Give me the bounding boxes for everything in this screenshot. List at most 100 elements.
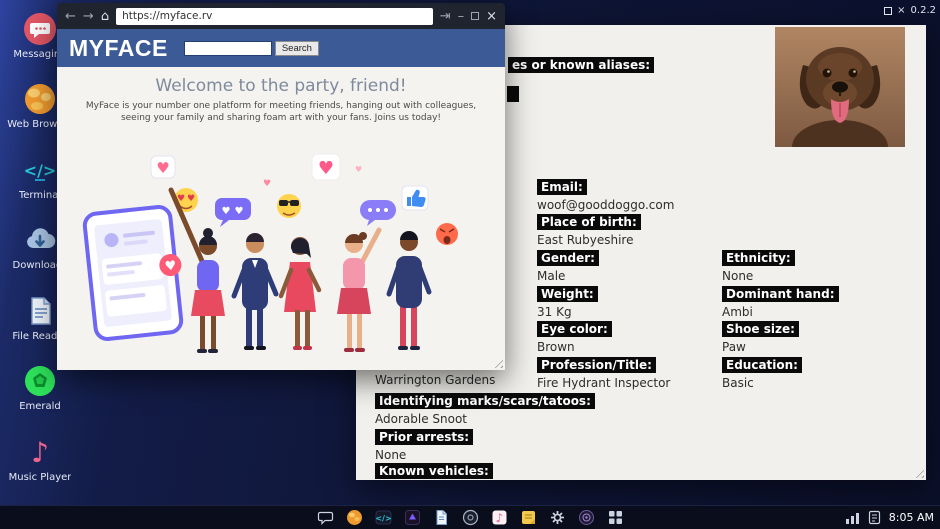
dog-photo <box>775 27 905 147</box>
svg-text:♥: ♥ <box>156 159 169 177</box>
person-3 <box>281 237 319 350</box>
myface-page: Welcome to the party, friend! MyFace is … <box>57 67 505 370</box>
page-tagline: MyFace is your number one platform for m… <box>83 100 479 124</box>
chat-bubble-icon <box>23 12 57 46</box>
heart-tile: ♥ <box>151 156 175 178</box>
document-page-icon <box>23 294 57 328</box>
angry-emoji <box>436 223 458 245</box>
emerald-gem-icon <box>23 364 57 398</box>
cloud-download-icon <box>23 223 57 257</box>
sidebar-label: Emerald <box>19 401 61 412</box>
maximize-icon[interactable] <box>884 7 892 15</box>
thumbs-up-tile <box>402 186 428 210</box>
browser-window: ← → ⌂ https://myface.rv ⇥ – × MYFACE Sea… <box>57 3 505 370</box>
taskbar-icons: </> ♪ <box>0 506 940 529</box>
desktop: Messaging Web Browser </> Terminal <box>0 0 940 529</box>
page-heading: Welcome to the party, friend! <box>57 76 505 96</box>
taskbar-settings-gear-icon[interactable] <box>549 509 566 526</box>
field-label: Ethnicity: <box>722 250 795 266</box>
sidebar-label: Terminal <box>19 190 61 201</box>
svg-text:♪: ♪ <box>495 511 503 525</box>
pink-heart-tile: ♥ <box>312 154 340 180</box>
maximize-icon[interactable] <box>471 12 479 20</box>
field-value: Basic <box>722 375 802 391</box>
field-label: Eye color: <box>537 321 612 337</box>
browser-navbar[interactable]: ← → ⌂ https://myface.rv ⇥ – × <box>57 3 505 29</box>
field-identifying-marks: Identifying marks/scars/tatoos: Adorable… <box>375 390 595 427</box>
field-prior-arrests: Prior arrests: None <box>375 426 473 463</box>
svg-text:♥: ♥ <box>318 158 334 179</box>
code-brackets-icon: </> <box>23 153 57 187</box>
field-label: Shoe size: <box>722 321 799 337</box>
field-gender: Gender: Male <box>537 247 599 284</box>
field-profession: Profession/Title: Fire Hydrant Inspector <box>537 354 670 391</box>
field-label: Prior arrests: <box>375 429 473 445</box>
address-value: Warrington Gardens <box>375 372 495 388</box>
go-icon[interactable]: ⇥ <box>440 10 451 23</box>
myface-search-button[interactable]: Search <box>275 41 319 56</box>
top-right-controls: × 0.2.2 <box>884 5 936 16</box>
taskbar-notes-icon[interactable] <box>520 509 537 526</box>
svg-text:♪: ♪ <box>31 436 49 469</box>
window-resize-handle[interactable] <box>912 466 924 478</box>
myface-logo: MYFACE <box>69 35 168 62</box>
taskbar-app-grid-icon[interactable] <box>607 509 624 526</box>
field-label: Known vehicles: <box>375 463 493 479</box>
field-known-vehicles: Known vehicles: <box>375 460 493 479</box>
taskbar-disc-icon[interactable] <box>462 509 479 526</box>
documents-icon[interactable] <box>868 510 881 525</box>
field-weight: Weight: 31 Kg <box>537 283 598 320</box>
taskbar-record-icon[interactable] <box>578 509 595 526</box>
sidebar-item-music-player[interactable]: ♪ Music Player <box>0 435 80 505</box>
field-label: Weight: <box>537 286 598 302</box>
person-2 <box>234 233 276 350</box>
aliases-label-fragment: es or known aliases: <box>508 57 654 73</box>
field-eye-color: Eye color: Brown <box>537 318 612 355</box>
covered-label-fragment <box>507 86 519 102</box>
field-value: Male <box>537 268 599 284</box>
hearts-speech-bubble: ♥ ♥ <box>215 198 251 227</box>
field-label: Profession/Title: <box>537 357 656 373</box>
field-ethnicity: Ethnicity: None <box>722 247 795 284</box>
sidebar-label: Music Player <box>9 472 72 483</box>
svg-text:♥: ♥ <box>187 194 195 204</box>
signal-icon[interactable] <box>845 510 860 525</box>
taskbar-dark-app-icon[interactable] <box>404 509 421 526</box>
home-icon[interactable]: ⌂ <box>101 10 109 23</box>
svg-text:♥: ♥ <box>164 258 177 274</box>
globe-icon <box>23 82 57 116</box>
field-place-of-birth: Place of birth: East Rubyeshire <box>537 211 641 248</box>
field-value: Paw <box>722 339 799 355</box>
field-value: None <box>722 268 795 284</box>
clock: 8:05 AM <box>889 511 934 524</box>
close-icon[interactable]: × <box>897 5 905 16</box>
system-tray: 8:05 AM <box>845 506 934 529</box>
svg-text:♥: ♥ <box>235 206 244 217</box>
taskbar-file-reader-icon[interactable] <box>433 509 450 526</box>
field-label: Gender: <box>537 250 599 266</box>
phone-illustration: ♥ <box>84 205 189 340</box>
svg-text:</>: </> <box>24 161 57 180</box>
forward-icon[interactable]: → <box>83 10 94 23</box>
svg-text:♥: ♥ <box>263 179 271 189</box>
url-bar[interactable]: https://myface.rv <box>116 8 433 25</box>
taskbar-code-editor-icon[interactable]: </> <box>375 509 392 526</box>
field-label: Dominant hand: <box>722 286 839 302</box>
field-label: Email: <box>537 179 587 195</box>
field-label: Identifying marks/scars/tatoos: <box>375 393 595 409</box>
taskbar-web-browser-icon[interactable] <box>346 509 363 526</box>
svg-text:♥: ♥ <box>355 165 362 174</box>
field-email: Email: woof@gooddoggo.com <box>537 176 674 213</box>
music-note-icon: ♪ <box>23 435 57 469</box>
field-shoe-size: Shoe size: Paw <box>722 318 799 355</box>
myface-header: MYFACE Search <box>57 29 505 67</box>
taskbar-messaging-icon[interactable] <box>317 509 334 526</box>
minimize-icon[interactable]: – <box>458 10 465 23</box>
taskbar-music-player-icon[interactable]: ♪ <box>491 509 508 526</box>
myface-search-input[interactable] <box>184 41 272 56</box>
back-icon[interactable]: ← <box>65 10 76 23</box>
sidebar-item-emerald[interactable]: Emerald <box>0 364 80 434</box>
svg-text:♥: ♥ <box>222 206 231 217</box>
person-4 <box>337 230 379 352</box>
close-icon[interactable]: × <box>486 10 497 23</box>
